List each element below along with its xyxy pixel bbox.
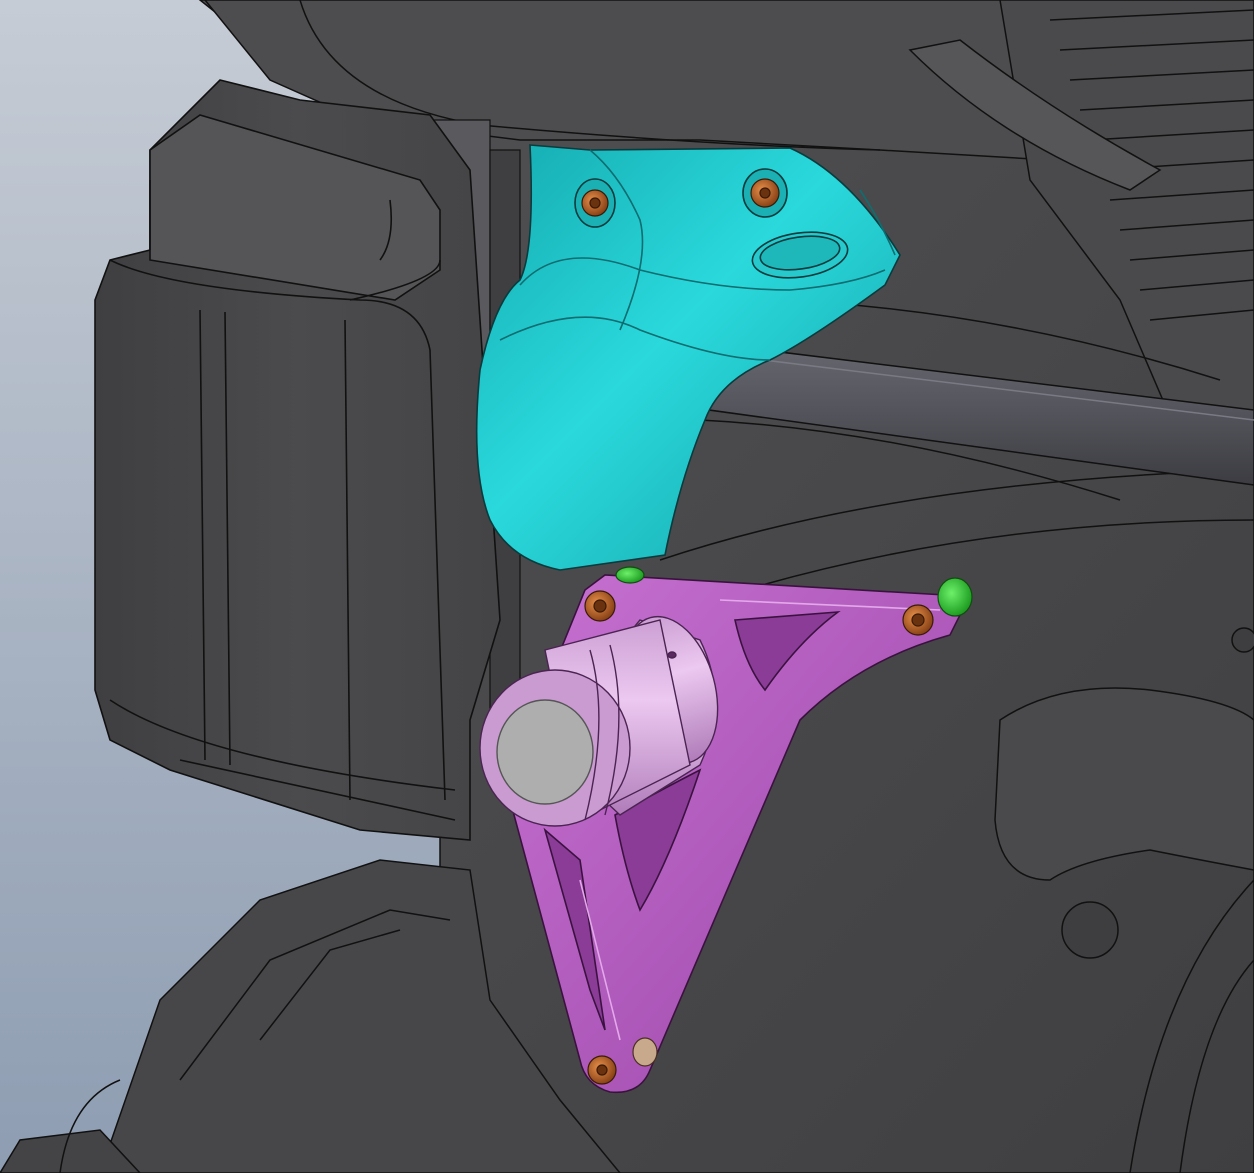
cad-viewport[interactable] — [0, 0, 1254, 1173]
cad-model-render — [0, 0, 1254, 1173]
left-box — [94, 79, 501, 841]
